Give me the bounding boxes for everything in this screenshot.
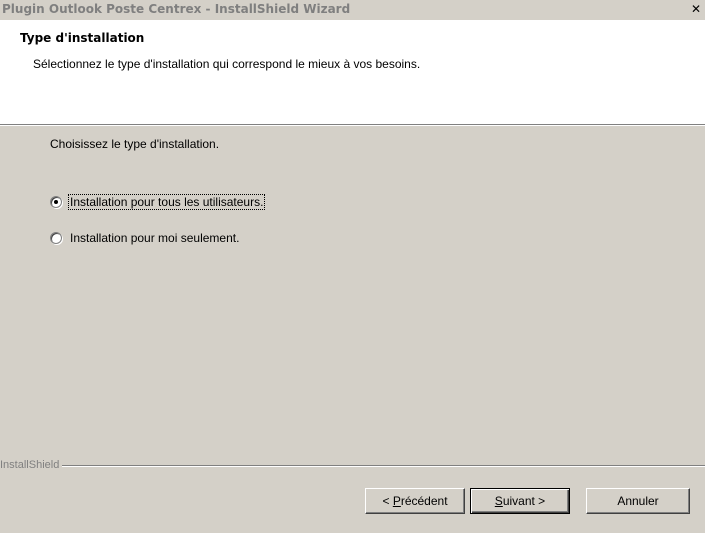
page-subtitle: Sélectionnez le type d'installation qui … [33, 57, 421, 71]
back-button-label: récédent [400, 493, 448, 508]
radio-button-selected[interactable] [50, 196, 62, 208]
title-bar[interactable]: Plugin Outlook Poste Centrex - InstallSh… [0, 0, 705, 20]
window-title: Plugin Outlook Poste Centrex - InstallSh… [2, 2, 351, 16]
option-all-users[interactable]: Installation pour tous les utilisateurs. [50, 193, 266, 211]
cancel-button[interactable]: Annuler [586, 488, 690, 514]
wizard-header: Type d'installation Sélectionnez le type… [0, 20, 705, 124]
back-button-prefix: < [382, 493, 393, 508]
cancel-button-label: Annuler [617, 493, 659, 508]
installshield-wizard-window: Plugin Outlook Poste Centrex - InstallSh… [0, 0, 705, 533]
page-title: Type d'installation [20, 31, 145, 45]
back-button-mnemonic: P [392, 493, 401, 508]
next-button-mnemonic: S [494, 493, 503, 508]
next-button-label: uivant > [502, 493, 546, 508]
option-all-users-label[interactable]: Installation pour tous les utilisateurs. [67, 194, 266, 210]
radio-button-unselected[interactable] [50, 232, 62, 244]
close-icon: ✕ [690, 2, 702, 16]
close-button[interactable]: ✕ [688, 2, 704, 16]
installshield-brand-label: InstallShield [0, 459, 63, 471]
option-me-only-label[interactable]: Installation pour moi seulement. [69, 231, 240, 245]
install-type-prompt: Choisissez le type d'installation. [50, 137, 220, 151]
footer-divider-highlight [0, 466, 705, 467]
back-button[interactable]: < Précédent [365, 488, 465, 514]
next-button[interactable]: Suivant > [470, 488, 570, 514]
option-me-only[interactable]: Installation pour moi seulement. [50, 229, 240, 247]
header-divider-highlight [0, 125, 705, 126]
